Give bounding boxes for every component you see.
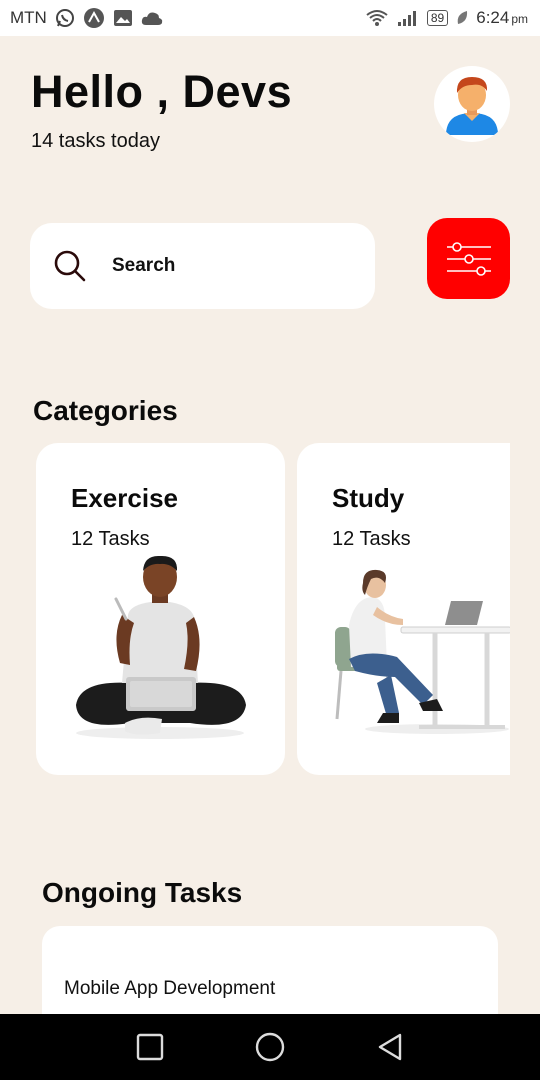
category-count: 12 Tasks [332, 528, 411, 550]
category-count: 12 Tasks [71, 528, 150, 550]
nav-recents-button[interactable] [130, 1027, 170, 1067]
status-bar: MTN 89 6:24 pm [0, 0, 540, 36]
nav-back-button[interactable] [370, 1027, 410, 1067]
clock-time: 6:24 [476, 8, 510, 27]
user-avatar-icon [446, 77, 498, 135]
search-icon[interactable] [52, 248, 88, 284]
category-card-study[interactable]: Study 12 Tasks [297, 443, 510, 775]
image-icon [113, 9, 133, 27]
ongoing-tasks-title: Ongoing Tasks [42, 877, 243, 908]
category-card-exercise[interactable]: Exercise 12 Tasks [36, 443, 285, 775]
nav-recents-icon [136, 1033, 164, 1061]
filter-button[interactable] [427, 218, 510, 299]
greeting-title: Hello , Devs [31, 66, 293, 117]
system-nav-bar [0, 1014, 540, 1080]
carrier-label: MTN [10, 8, 47, 27]
nav-home-icon [255, 1032, 285, 1062]
nav-home-button[interactable] [250, 1027, 290, 1067]
whatsapp-icon [55, 8, 75, 28]
tasks-today-subtitle: 14 tasks today [31, 130, 160, 152]
leaf-icon [456, 10, 468, 26]
signal-icon [397, 9, 419, 27]
search-input[interactable] [112, 255, 342, 277]
categories-carousel[interactable]: Exercise 12 Tasks Study 12 Tasks [36, 443, 510, 776]
cloud-icon [141, 10, 163, 26]
study-illustration [335, 569, 510, 734]
clock: 6:24 pm [476, 8, 528, 28]
category-title: Study [332, 483, 405, 513]
battery-icon: 89 [426, 10, 449, 26]
status-right: 89 6:24 pm [365, 8, 528, 28]
task-name: Mobile App Development [64, 978, 276, 999]
nav-back-icon [378, 1033, 402, 1061]
avatar[interactable] [434, 66, 510, 142]
categories-title: Categories [33, 395, 178, 426]
category-title: Exercise [71, 483, 178, 513]
exercise-illustration [76, 555, 246, 739]
filter-sliders-icon [446, 241, 491, 276]
app-icon [83, 7, 105, 29]
status-left: MTN [10, 7, 163, 29]
search-box[interactable] [30, 223, 375, 309]
wifi-icon [365, 9, 389, 27]
clock-ampm: pm [511, 12, 528, 26]
